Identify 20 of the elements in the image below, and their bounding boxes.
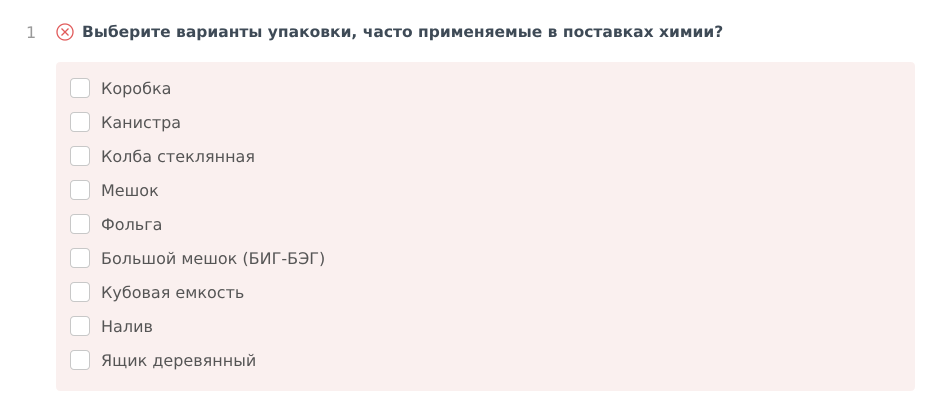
checkbox[interactable] — [70, 214, 90, 234]
option-label: Мешок — [101, 180, 159, 200]
option-label: Коробка — [101, 78, 172, 98]
checkbox[interactable] — [70, 282, 90, 302]
checkbox[interactable] — [70, 248, 90, 268]
option-label: Колба стеклянная — [101, 146, 255, 166]
checkbox[interactable] — [70, 316, 90, 336]
checkbox[interactable] — [70, 112, 90, 132]
checkbox[interactable] — [70, 350, 90, 370]
checkbox[interactable] — [70, 146, 90, 166]
question-number: 1 — [25, 22, 38, 42]
checkbox[interactable] — [70, 78, 90, 98]
option-label: Большой мешок (БИГ-БЭГ) — [101, 248, 326, 268]
checkbox[interactable] — [70, 180, 90, 200]
option-label: Налив — [101, 316, 153, 336]
option-label: Канистра — [101, 112, 182, 132]
question-text: Выберите варианты упаковки, часто применяемые в поставках химии? — [82, 23, 724, 41]
option-label: Фольга — [101, 214, 162, 234]
option-label: Кубовая емкость — [101, 282, 244, 302]
option-label: Ящик деревянный — [101, 350, 256, 370]
